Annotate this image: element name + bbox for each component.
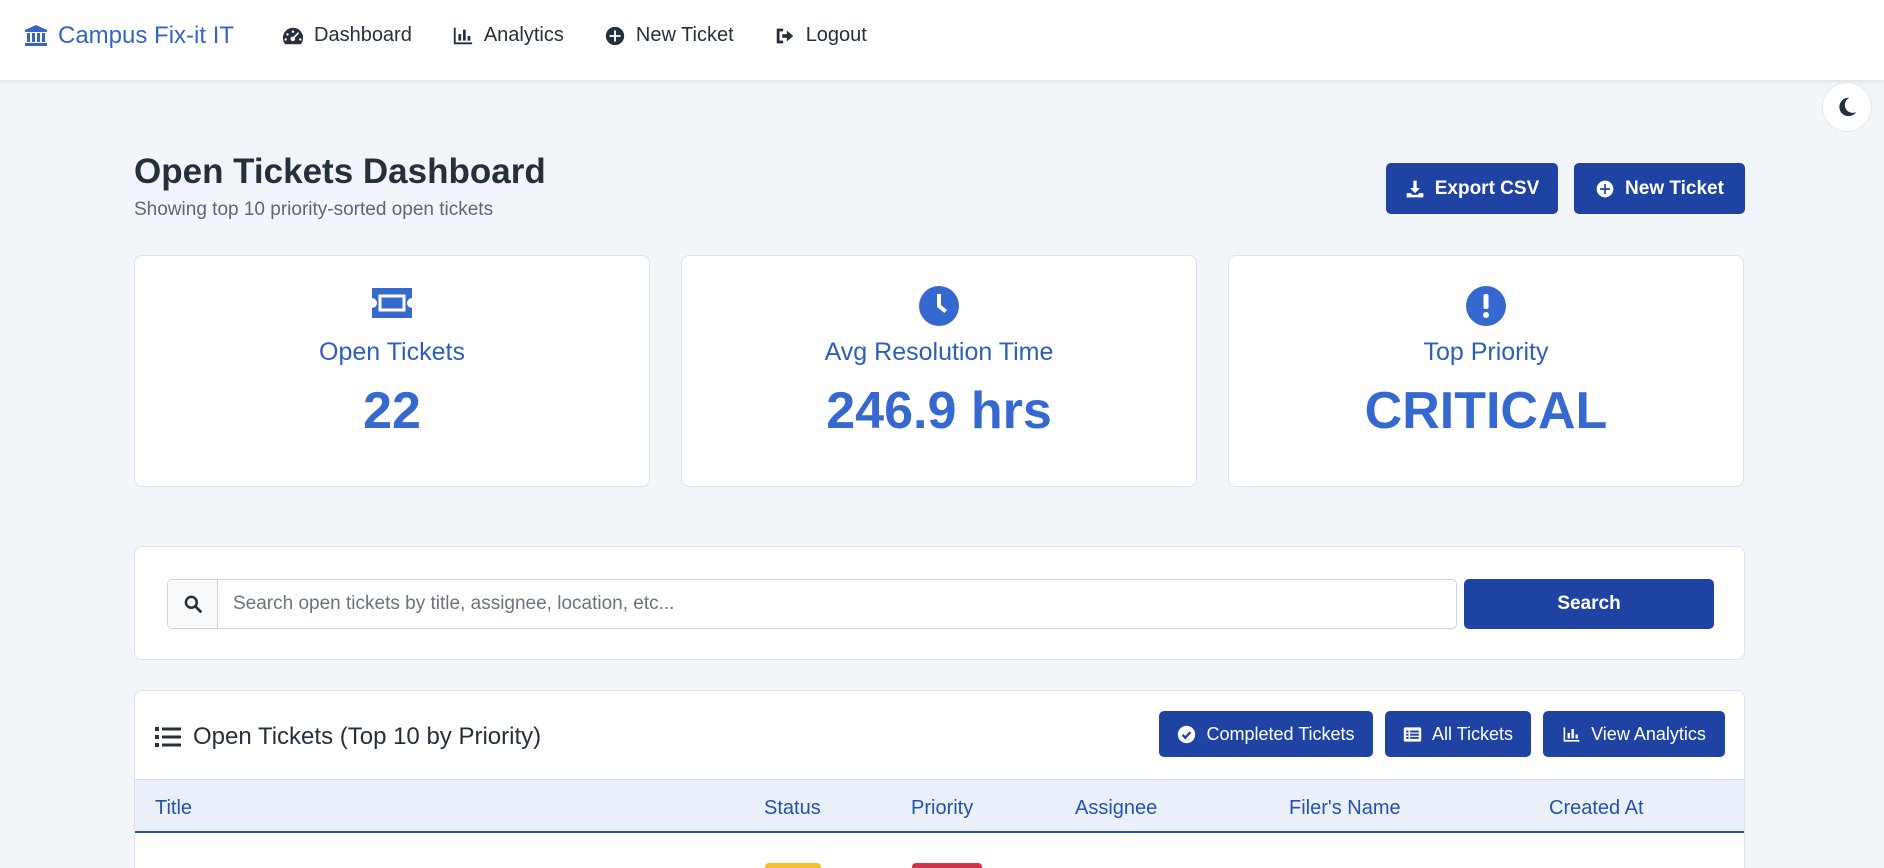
nav-logout-label: Logout [805, 24, 867, 46]
bar-chart-icon [1562, 725, 1581, 744]
status-badge [765, 863, 821, 868]
exclamation-circle-icon [1229, 286, 1743, 326]
search-icon [168, 580, 218, 628]
check-circle-icon [1177, 725, 1196, 744]
tachometer-icon [282, 25, 304, 47]
moon-icon [1836, 96, 1858, 118]
nav-new-ticket-label: New Ticket [635, 24, 734, 46]
export-csv-button[interactable]: Export CSV [1386, 163, 1558, 214]
view-analytics-label: View Analytics [1591, 723, 1706, 744]
stat-card-open-tickets: Open Tickets 22 [134, 255, 650, 487]
nav-logout[interactable]: Logout [774, 24, 867, 47]
column-header-filer-name[interactable]: Filer's Name [1289, 797, 1401, 820]
nav-dashboard[interactable]: Dashboard [282, 24, 412, 47]
all-tickets-label: All Tickets [1431, 723, 1514, 744]
plus-circle-icon [604, 25, 626, 47]
priority-badge [912, 863, 982, 868]
stat-card-top-priority: Top Priority CRITICAL [1228, 255, 1744, 487]
new-ticket-label: New Ticket [1625, 177, 1724, 199]
column-header-assignee[interactable]: Assignee [1075, 797, 1157, 820]
clock-icon [682, 286, 1196, 326]
sign-out-icon [774, 25, 796, 47]
bar-chart-icon [452, 25, 474, 47]
stat-label: Top Priority [1423, 338, 1549, 366]
stat-value: 246.9 hrs [826, 382, 1052, 440]
theme-toggle-button[interactable] [1822, 82, 1872, 132]
stat-value: CRITICAL [1364, 382, 1608, 440]
search-group [167, 579, 1457, 629]
completed-tickets-label: Completed Tickets [1206, 723, 1355, 744]
nav-dashboard-label: Dashboard [314, 24, 412, 46]
search-input[interactable] [218, 580, 1456, 628]
nav-new-ticket[interactable]: New Ticket [604, 24, 734, 47]
column-header-status[interactable]: Status [764, 797, 821, 820]
plus-circle-icon [1595, 179, 1615, 199]
column-header-created-at[interactable]: Created At [1549, 797, 1644, 820]
stat-label: Avg Resolution Time [824, 338, 1054, 366]
table-title: Open Tickets (Top 10 by Priority) [155, 723, 541, 751]
search-button[interactable]: Search [1464, 579, 1714, 629]
brand-title: Campus Fix-it IT [58, 22, 235, 49]
page-title: Open Tickets Dashboard [134, 152, 546, 191]
view-analytics-button[interactable]: View Analytics [1543, 711, 1725, 757]
university-icon [24, 24, 48, 48]
top-navbar: Campus Fix-it IT Dashboard Analytics New… [0, 0, 1884, 80]
open-tickets-table-card: Open Tickets (Top 10 by Priority) Comple… [134, 690, 1745, 868]
brand-link[interactable]: Campus Fix-it IT [24, 22, 234, 50]
table-title-text: Open Tickets (Top 10 by Priority) [193, 723, 542, 750]
table-header: Title Status Priority Assignee Filer's N… [135, 779, 1744, 833]
search-card: Search [134, 546, 1745, 660]
ticket-icon [135, 286, 649, 326]
list-icon [155, 726, 181, 748]
column-header-priority[interactable]: Priority [911, 797, 973, 820]
new-ticket-button[interactable]: New Ticket [1574, 163, 1745, 214]
download-icon [1405, 179, 1425, 199]
stat-card-avg-resolution: Avg Resolution Time 246.9 hrs [681, 255, 1197, 487]
nav-analytics-label: Analytics [483, 24, 564, 46]
completed-tickets-button[interactable]: Completed Tickets [1159, 711, 1373, 757]
page-subtitle: Showing top 10 priority-sorted open tick… [134, 199, 494, 220]
column-header-title[interactable]: Title [155, 797, 192, 820]
list-alt-icon [1403, 725, 1422, 744]
nav-links: Dashboard Analytics New Ticket Logout [282, 24, 867, 47]
all-tickets-button[interactable]: All Tickets [1385, 711, 1531, 757]
stat-label: Open Tickets [319, 338, 465, 366]
nav-analytics[interactable]: Analytics [452, 24, 564, 47]
export-csv-label: Export CSV [1434, 177, 1540, 199]
stat-value: 22 [363, 382, 421, 440]
